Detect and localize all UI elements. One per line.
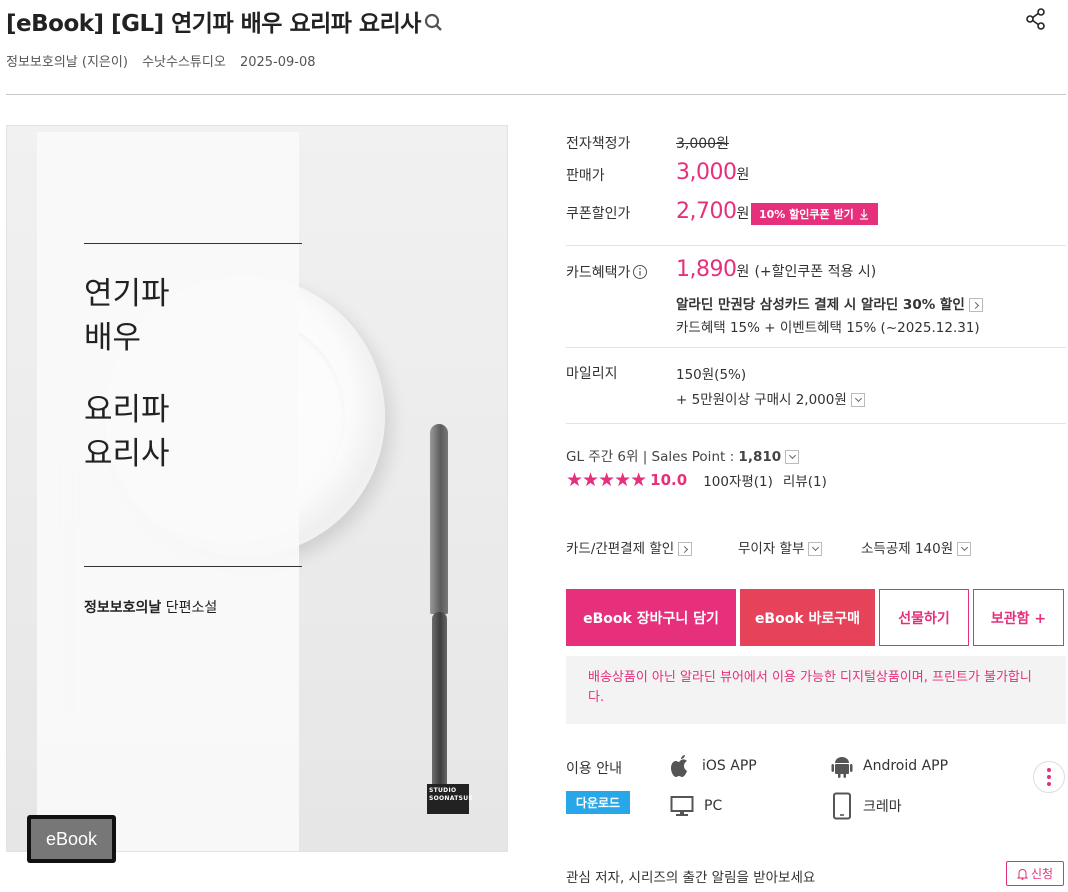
coupon-price-label: 쿠폰할인가 <box>566 206 631 222</box>
tax-deduction-option[interactable]: 소득공제 140원 <box>861 537 972 557</box>
rating-stars: ★★★★★ <box>566 469 647 491</box>
publisher-link[interactable]: 수낫수스튜디오 <box>142 55 226 70</box>
card-discount-option[interactable]: 카드/간편결제 할인 <box>566 537 693 557</box>
review-link[interactable]: 리뷰(1) <box>783 470 827 490</box>
sale-price: 3,000원 <box>676 160 750 185</box>
divider <box>566 423 1066 424</box>
studio-logo: STUDIO SOONATSUE <box>427 784 473 814</box>
android-icon <box>831 757 853 778</box>
card-benefit-price: 1,890원 (+할인쿠폰 적용 시) <box>676 257 877 282</box>
cover-knife-image <box>427 424 453 809</box>
bell-icon <box>1016 868 1028 880</box>
wishlist-button[interactable]: 보관함 + <box>973 589 1064 646</box>
mileage-extra: + 5만원이상 구매시 2,000원 <box>676 388 865 408</box>
product-meta: 정보보호의날 (지은이) 수낫수스튜디오 2025-09-08 <box>6 51 326 70</box>
author-alert-text: 관심 저자, 시리즈의 출간 알림을 받아보세요 <box>566 870 816 886</box>
cover-title-1: 연기파 배우 <box>84 276 170 356</box>
alert-subscribe-button[interactable]: 신청 <box>1006 861 1064 886</box>
ios-app-link[interactable]: iOS APP <box>670 753 757 779</box>
sales-rank: GL 주간 6위 | Sales Point : 1,810 <box>566 445 800 465</box>
info-icon[interactable] <box>632 264 648 280</box>
card-benefit-label: 카드혜택가 <box>566 262 648 282</box>
add-to-cart-button[interactable]: eBook 장바구니 담기 <box>566 589 736 646</box>
cover-text-band: 연기파 배우 요리파 요리사 정보보호의날 단편소설 <box>37 132 302 851</box>
usage-label: 이용 안내 <box>566 761 622 777</box>
search-icon[interactable] <box>423 10 445 32</box>
gift-button[interactable]: 선물하기 <box>879 589 969 646</box>
author-link[interactable]: 정보보호의날 (지은이) <box>6 55 128 70</box>
ereader-icon <box>833 792 851 820</box>
digital-notice: 배송상품이 아닌 알라딘 뷰어에서 이용 가능한 디지털상품이며, 프린트가 불… <box>566 656 1066 724</box>
pc-link[interactable]: PC <box>670 794 722 818</box>
mileage-label: 마일리지 <box>566 366 618 382</box>
card-detail: 카드혜택 15% + 이벤트혜택 15% (~2025.12.31) <box>676 320 980 336</box>
download-badge[interactable]: 다운로드 <box>566 791 630 814</box>
cover-author: 정보보호의날 단편소설 <box>84 600 218 616</box>
short-review-link[interactable]: 100자평(1) <box>703 470 773 490</box>
page-title: [eBook] [GL] 연기파 배우 요리파 요리사 <box>6 4 445 38</box>
android-app-link[interactable]: Android APP <box>831 753 948 779</box>
card-promo: 알라딘 만권당 삼성카드 결제 시 알라딘 30% 할인 <box>676 293 983 313</box>
divider <box>566 347 1066 348</box>
crema-link[interactable]: 크레마 <box>831 792 902 820</box>
book-cover[interactable]: 연기파 배우 요리파 요리사 정보보호의날 단편소설 STUDIO SOONAT… <box>6 125 508 852</box>
cover-rule <box>84 243 302 244</box>
monitor-icon <box>670 796 694 816</box>
cover-title-2: 요리파 요리사 <box>84 392 170 472</box>
card-promo-more-button[interactable] <box>968 298 983 312</box>
ebook-badge: eBook <box>27 815 116 863</box>
sales-point-expand-button[interactable] <box>785 450 800 464</box>
divider <box>6 94 1066 95</box>
cover-rule <box>84 566 302 567</box>
publish-date: 2025-09-08 <box>239 55 316 70</box>
buy-now-button[interactable]: eBook 바로구매 <box>740 589 875 646</box>
rating-row: ★★★★★ 10.0 100자평(1) 리뷰(1) <box>566 469 827 491</box>
mileage-expand-button[interactable] <box>850 393 865 407</box>
list-price-label: 전자책정가 <box>566 136 631 152</box>
rating-score: 10.0 <box>650 471 688 489</box>
coupon-download-button[interactable]: 10% 할인쿠폰 받기 <box>751 203 878 225</box>
download-arrow-icon <box>859 209 868 220</box>
product-title: [eBook] [GL] 연기파 배우 요리파 요리사 <box>6 11 421 37</box>
list-price-value: 3,000원 <box>676 136 729 152</box>
divider <box>566 245 1066 246</box>
mileage-value: 150원(5%) <box>676 367 747 383</box>
share-icon[interactable] <box>1026 8 1046 34</box>
more-options-button[interactable] <box>1033 761 1065 793</box>
sale-price-label: 판매가 <box>566 168 605 184</box>
installment-option[interactable]: 무이자 할부 <box>738 537 823 557</box>
coupon-price: 2,700원 <box>676 199 750 224</box>
apple-icon <box>671 755 687 777</box>
